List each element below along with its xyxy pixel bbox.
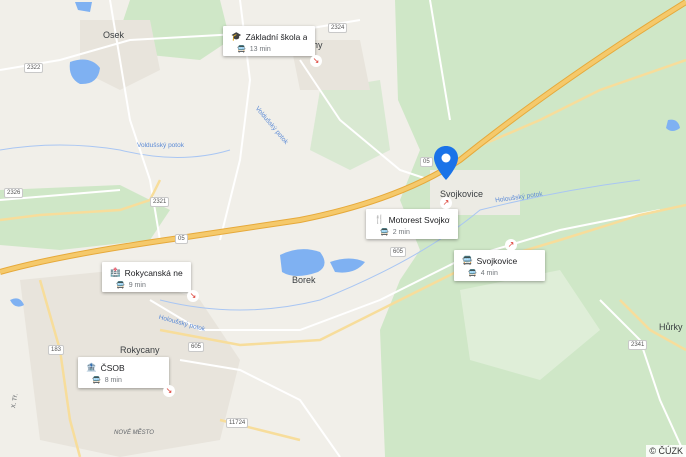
- map-canvas[interactable]: [0, 0, 686, 457]
- road-number: 2326: [4, 188, 24, 198]
- road-number: 05: [175, 234, 188, 244]
- poi-card-bank[interactable]: 🏦 ČSOB 🚍 8 min: [78, 357, 169, 388]
- road-number: 2341: [628, 340, 648, 350]
- road-number: 05: [420, 157, 433, 167]
- poi-title: Rokycanská nemo...: [124, 267, 183, 278]
- road-number: 605: [390, 247, 407, 257]
- bank-icon: 🏦: [86, 362, 97, 372]
- hospital-icon: 🏥: [110, 267, 121, 277]
- poi-title: Základní škola a ...: [245, 31, 307, 42]
- district-label-nove-mesto: NOVÉ MĚSTO: [114, 430, 154, 436]
- poi-card-motorest[interactable]: 🍴Motorest Svojkovi... 🚍2 min: [366, 209, 458, 239]
- direction-arrow-icon[interactable]: ↘: [187, 290, 199, 302]
- bus-icon: 🚍: [462, 255, 473, 265]
- direction-arrow-icon[interactable]: ↘: [163, 385, 175, 397]
- bus-icon: 🚍: [237, 46, 246, 53]
- bus-icon: 🚍: [380, 229, 389, 236]
- poi-card-school[interactable]: 🎓Základní škola a ... 🚍13 min: [223, 26, 315, 56]
- poi-title: Motorest Svojkovi...: [388, 214, 450, 225]
- place-label-osek: Osek: [103, 30, 125, 40]
- restaurant-icon: 🍴: [374, 214, 385, 224]
- poi-title: Svojkovice: [476, 255, 518, 266]
- poi-card-hospital[interactable]: 🏥Rokycanská nemo... 🚍9 min: [102, 262, 191, 292]
- school-icon: 🎓: [231, 31, 242, 41]
- poi-duration: 2 min: [392, 228, 410, 236]
- map-attribution: © ČÚZK: [646, 445, 686, 457]
- poi-duration: 13 min: [249, 45, 271, 53]
- poi-title: ČSOB: [100, 362, 125, 373]
- poi-duration: 9 min: [128, 281, 146, 289]
- place-label-hurky: Hůrky: [659, 322, 683, 332]
- place-label-borek: Borek: [292, 275, 316, 285]
- poi-card-bus-stop[interactable]: 🚍 Svojkovice 🚍 4 min: [454, 250, 545, 281]
- road-number: 605: [188, 342, 205, 352]
- direction-arrow-icon[interactable]: ↗: [505, 239, 517, 251]
- direction-arrow-icon[interactable]: ↘: [310, 55, 322, 67]
- stream-label-voldussky-2: Voldušský potok: [137, 142, 184, 149]
- place-label-rokycany: Rokycany: [120, 345, 160, 355]
- road-number: 183: [48, 345, 65, 355]
- road-number: 2321: [150, 197, 170, 207]
- bus-icon: 🚍: [468, 270, 477, 277]
- road-number: 2324: [328, 23, 348, 33]
- bus-icon: 🚍: [92, 377, 101, 384]
- direction-arrow-icon[interactable]: ↗: [440, 197, 452, 209]
- road-number: 11724: [226, 418, 249, 428]
- road-number: 2322: [24, 63, 44, 73]
- bus-icon: 🚍: [116, 282, 125, 289]
- location-pin-icon[interactable]: [434, 146, 458, 180]
- poi-duration: 8 min: [104, 376, 122, 384]
- poi-duration: 4 min: [480, 269, 498, 277]
